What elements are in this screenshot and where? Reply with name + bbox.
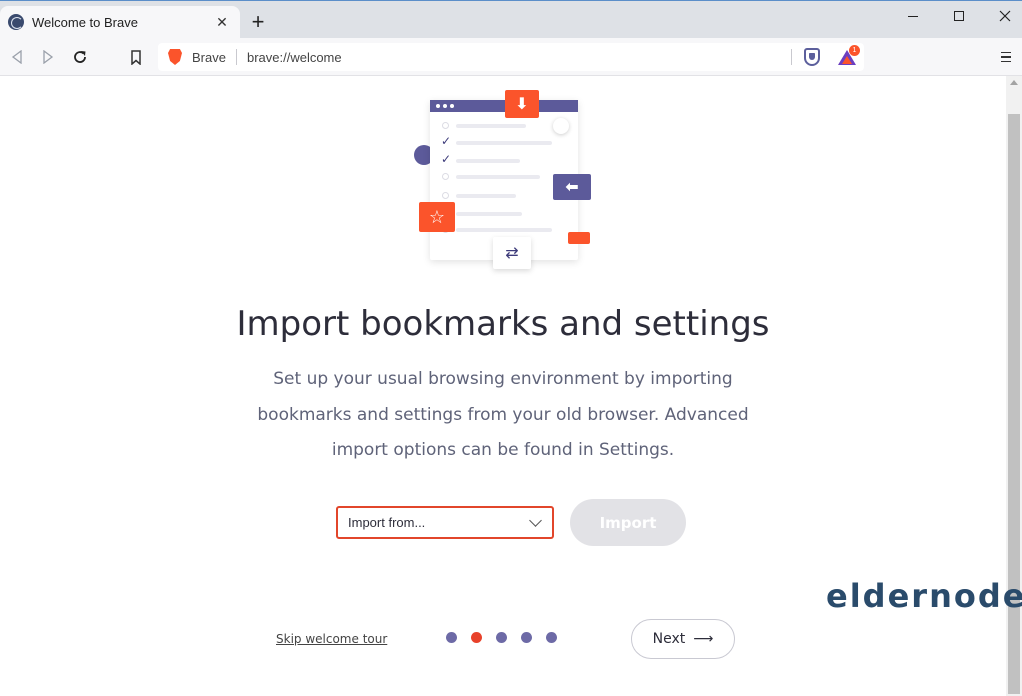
maximize-icon <box>954 11 964 21</box>
rewards-triangle-inner <box>842 56 852 64</box>
url-text[interactable]: brave://welcome <box>247 50 342 65</box>
close-window-button[interactable] <box>982 0 1022 32</box>
globe-icon <box>8 14 24 30</box>
import-button[interactable]: Import <box>570 499 686 546</box>
arrow-right-icon: ⟶ <box>693 631 714 647</box>
placeholder-line <box>456 194 516 198</box>
page-description: Set up your usual browsing environment b… <box>257 369 749 460</box>
new-tab-button[interactable]: + <box>246 10 270 34</box>
maximize-button[interactable] <box>936 0 982 32</box>
next-button[interactable]: Next ⟶ <box>631 619 735 659</box>
forward-button[interactable] <box>36 45 60 69</box>
header-dot <box>436 104 440 108</box>
rewards-badge: 1 <box>849 45 860 56</box>
address-separator <box>235 49 237 65</box>
placeholder-line <box>456 175 540 179</box>
placeholder-line <box>456 159 520 163</box>
minimize-icon <box>908 15 918 17</box>
bookmark-icon <box>131 49 141 65</box>
site-label: Brave <box>192 49 226 65</box>
star-icon: ☆ <box>419 202 455 232</box>
brave-shields-icon[interactable] <box>804 48 820 66</box>
title-bar: Welcome to Brave ✕ + <box>0 0 1022 38</box>
menu-button[interactable] <box>996 45 1016 69</box>
import-illustration: ✓ ✓ ⬇ ⬅ ☆ ⇄ <box>410 90 610 275</box>
illustration-card-header <box>430 100 578 112</box>
watermark-text: eldernode <box>826 577 1022 615</box>
page-title: Import bookmarks and settings <box>236 304 770 344</box>
toggle-knob <box>553 118 569 134</box>
step-indicator <box>446 632 566 644</box>
step-dot-4[interactable] <box>521 632 532 643</box>
bookmark-button[interactable] <box>124 45 148 69</box>
scroll-up-icon[interactable] <box>1010 80 1018 85</box>
tab-title: Welcome to Brave <box>32 14 138 30</box>
arrow-left-icon: ⬅ <box>553 174 591 200</box>
placeholder-line <box>456 141 552 145</box>
step-dot-1[interactable] <box>446 632 457 643</box>
back-button[interactable] <box>5 45 29 69</box>
close-tab-icon[interactable]: ✕ <box>210 10 234 34</box>
close-icon <box>999 10 1011 22</box>
tab-welcome[interactable]: Welcome to Brave ✕ <box>0 6 240 38</box>
address-separator-right <box>791 49 792 65</box>
download-icon: ⬇ <box>505 90 539 118</box>
menu-line <box>1001 51 1011 54</box>
watermark: eldernode <box>826 576 1022 616</box>
next-label: Next <box>652 631 686 647</box>
empty-checkbox <box>442 192 449 199</box>
placeholder-line <box>456 228 552 232</box>
header-dot <box>450 104 454 108</box>
empty-checkbox <box>442 122 449 129</box>
import-from-select[interactable]: Import from... <box>336 506 554 539</box>
reload-icon <box>74 51 86 63</box>
minimize-button[interactable] <box>890 0 936 32</box>
swap-icon: ⇄ <box>493 237 531 269</box>
address-bar[interactable]: Brave brave://welcome 1 <box>158 43 864 71</box>
menu-line <box>1001 60 1011 63</box>
forward-arrow-icon <box>43 50 54 64</box>
empty-checkbox <box>442 173 449 180</box>
placeholder-line <box>456 212 522 216</box>
placeholder-line <box>456 124 526 128</box>
menu-line <box>1001 56 1011 58</box>
header-dot <box>443 104 447 108</box>
step-dot-5[interactable] <box>546 632 557 643</box>
step-dot-2[interactable] <box>471 632 482 643</box>
check-icon: ✓ <box>441 152 452 166</box>
step-dot-3[interactable] <box>496 632 507 643</box>
skip-tour-link[interactable]: Skip welcome tour <box>276 632 387 646</box>
reload-button[interactable] <box>68 45 92 69</box>
window-border <box>0 0 1022 1</box>
decorative-rect <box>568 232 590 244</box>
toolbar: Brave brave://welcome 1 <box>0 38 1022 76</box>
chevron-down-icon <box>529 513 542 527</box>
check-icon: ✓ <box>441 134 452 148</box>
brave-lion-icon <box>168 49 182 65</box>
import-from-value: Import from... <box>348 515 426 530</box>
back-arrow-icon <box>11 50 22 64</box>
brave-rewards-icon[interactable]: 1 <box>838 45 860 65</box>
